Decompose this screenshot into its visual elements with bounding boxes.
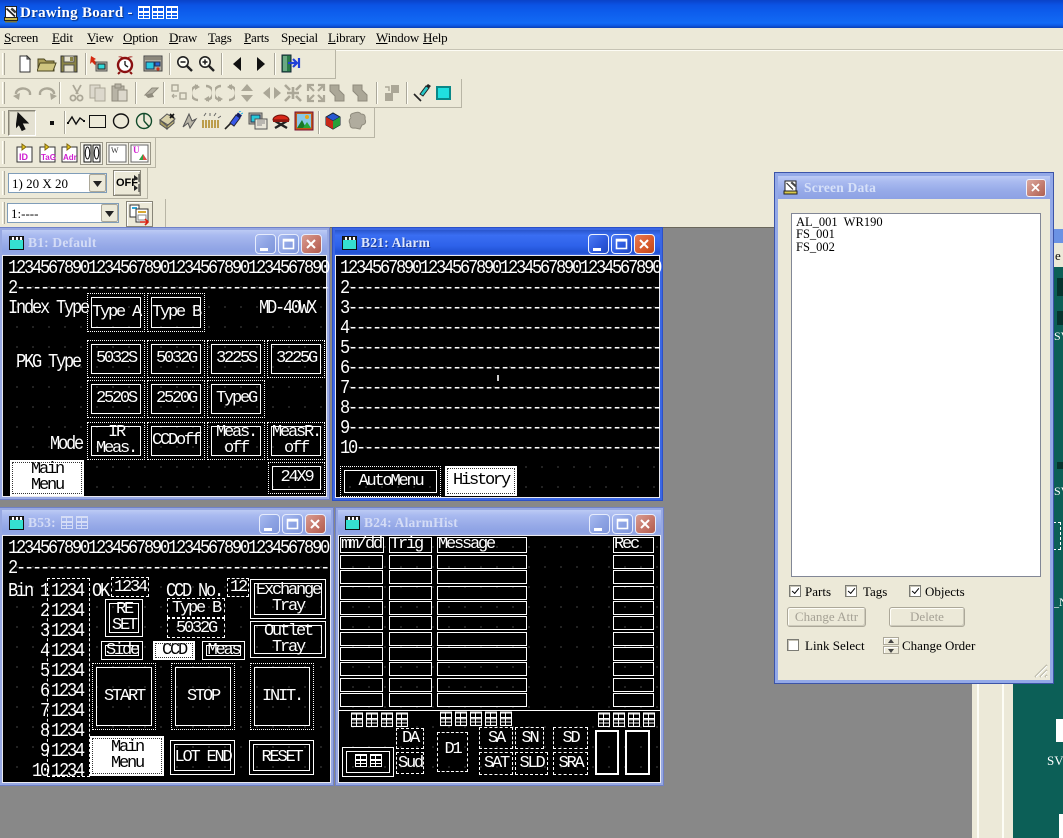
svg-text:W: W bbox=[111, 146, 119, 155]
svg-text:TaG: TaG bbox=[41, 153, 56, 162]
svg-text:ID: ID bbox=[19, 152, 29, 162]
svg-text:U: U bbox=[133, 145, 140, 155]
svg-text:Adr: Adr bbox=[63, 153, 77, 162]
